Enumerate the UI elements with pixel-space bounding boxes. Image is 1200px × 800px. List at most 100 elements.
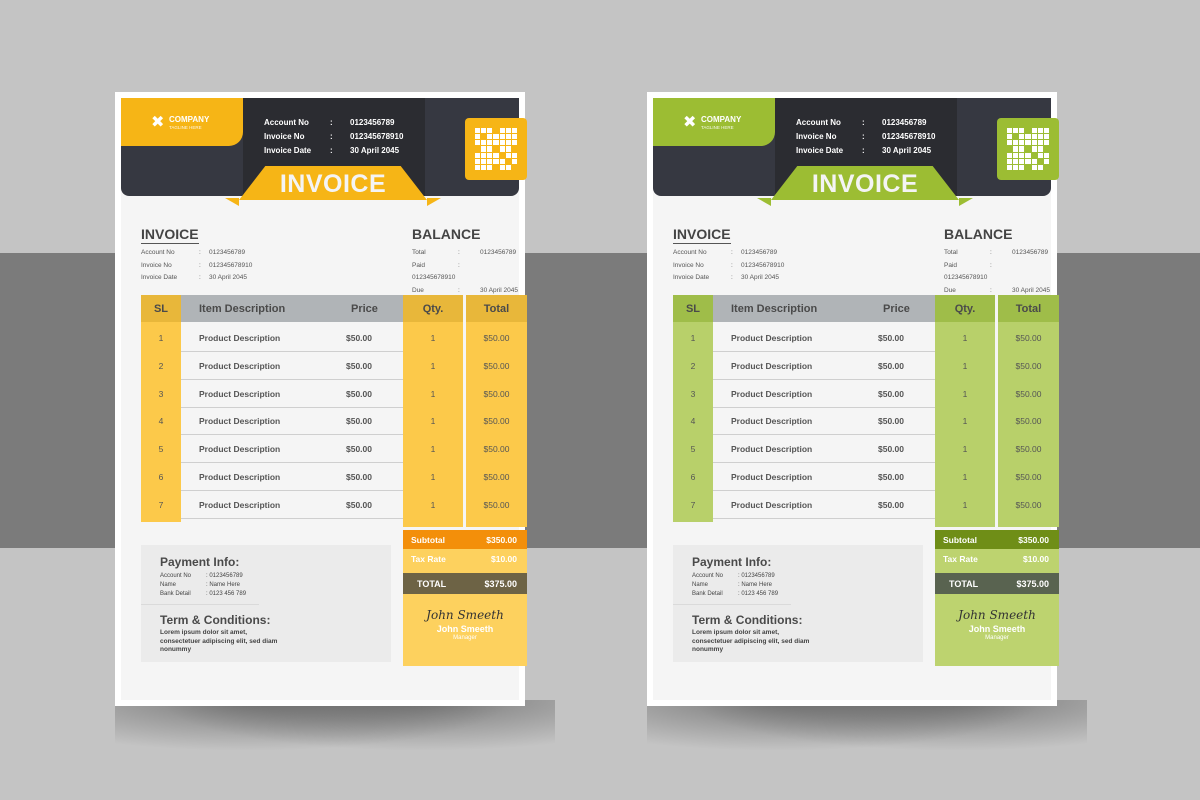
detail-separator: :: [731, 261, 733, 269]
row-sl: 6: [158, 472, 164, 482]
meta-value: 0123456789: [350, 118, 395, 127]
row-price: $50.00: [878, 416, 904, 427]
payment-value: : Name Here: [738, 582, 773, 588]
meta-separator: :: [862, 146, 865, 155]
tax-row: Tax Rate $10.00: [935, 549, 1059, 568]
qr-module: [505, 134, 511, 140]
title-fold-left: [757, 198, 771, 206]
table-row: 2 Product Description $50.00 1 $50.00: [141, 352, 527, 380]
signatory-role: Manager: [453, 635, 477, 641]
header-sl: SL: [673, 295, 713, 322]
balance-details: Total:0123456789 Paid:012345678910 Due:3…: [944, 247, 1051, 297]
qr-module: [512, 146, 517, 151]
table-row: 7 Product Description $50.00 1 $50.00: [141, 491, 527, 519]
subtotal-value: $350.00: [486, 534, 517, 545]
tax-label: Tax Rate: [411, 553, 446, 564]
company-tagline: TAGLINE HERE: [169, 125, 202, 130]
qr-module: [1037, 164, 1043, 170]
title-fold-right: [427, 198, 441, 206]
qr-module: [487, 158, 493, 164]
subtotal-row: Subtotal $350.00: [935, 530, 1059, 549]
detail-row: Invoice Date: 30 April 2045: [141, 272, 252, 285]
payment-info-title: Payment Info:: [160, 555, 240, 569]
row-qty: 1: [430, 416, 436, 427]
qr-module: [505, 146, 511, 152]
row-description: Product Description: [199, 416, 281, 427]
meta-label: Invoice No: [264, 132, 305, 141]
row-qty: 1: [962, 416, 968, 427]
meta-label: Account No: [796, 118, 841, 127]
payment-value: : 0123456789: [738, 573, 775, 579]
table-row: 5 Product Description $50.00 1 $50.00: [141, 435, 527, 463]
qr-module: [1043, 158, 1049, 164]
table-row: 2 Product Description $50.00 1 $50.00: [673, 352, 1059, 380]
company-logo-box: ✖ COMPANY TAGLINE HERE: [121, 98, 243, 146]
row-price: $50.00: [878, 388, 904, 399]
row-divider: [181, 517, 403, 519]
qr-module: [506, 159, 511, 164]
row-description: Product Description: [731, 416, 813, 427]
qr-module: [493, 165, 498, 170]
row-total: $50.00: [483, 360, 510, 371]
qr-module: [487, 140, 493, 146]
invoice-page: ✖ COMPANY TAGLINE HERE Account No:012345…: [653, 98, 1059, 700]
row-qty: 1: [430, 472, 436, 482]
row-total: $50.00: [483, 333, 510, 343]
qr-module: [475, 146, 480, 151]
detail-label: Invoice No: [141, 261, 172, 269]
qr-module: [500, 153, 505, 158]
qr-module: [1013, 158, 1019, 164]
row-sl: 1: [690, 333, 696, 343]
detail-separator: :: [458, 261, 460, 269]
invoice-section-title: INVOICE: [673, 226, 731, 244]
detail-row: Account No: 0123456789: [673, 247, 784, 260]
row-description: Product Description: [731, 472, 813, 482]
detail-row: Invoice No:012345678910: [673, 260, 784, 273]
qr-module: [487, 128, 493, 134]
detail-separator: :: [990, 249, 992, 256]
signatory-role: Manager: [985, 635, 1009, 641]
qr-module: [481, 140, 487, 146]
detail-label: Paid: [412, 261, 426, 269]
qr-module: [1025, 146, 1030, 151]
detail-label: Paid: [944, 261, 958, 269]
header-meta-row: Invoice Date: 30 April 2045: [796, 144, 935, 158]
qr-module: [499, 164, 505, 170]
detail-row: Paid:012345678910: [412, 260, 519, 285]
payment-row: Bank Detail: 0123 456 789: [160, 590, 246, 599]
table-row: 7 Product Description $50.00 1 $50.00: [673, 491, 1059, 519]
balance-section-title: BALANCE: [944, 226, 1013, 242]
meta-separator: :: [330, 146, 333, 155]
qr-module: [1038, 159, 1043, 164]
table-row: 4 Product Description $50.00 1 $50.00: [673, 407, 1059, 435]
qr-module: [505, 152, 511, 158]
row-total: $50.00: [483, 444, 510, 455]
subtotal-label: Subtotal: [411, 534, 445, 545]
invoice-title: INVOICE: [811, 170, 919, 198]
header-sl: SL: [141, 295, 181, 322]
qr-module: [475, 140, 481, 146]
detail-separator: :: [199, 249, 201, 256]
payment-row: Account No: 0123456789: [692, 572, 778, 581]
total-label: TOTAL: [949, 578, 979, 589]
table-row: 6 Product Description $50.00 1 $50.00: [141, 463, 527, 491]
header-meta-row: Invoice No: 012345678910: [796, 130, 935, 144]
row-total: $50.00: [483, 388, 510, 399]
qr-module: [1025, 165, 1030, 170]
qr-module: [505, 128, 511, 134]
qr-module: [499, 140, 505, 146]
qr-module: [481, 146, 487, 152]
row-sl: 7: [158, 499, 164, 510]
qr-module: [481, 152, 487, 158]
detail-row: Account No: 0123456789: [141, 247, 252, 260]
qr-module: [1013, 164, 1019, 170]
row-total: $50.00: [1015, 416, 1042, 427]
row-description: Product Description: [199, 499, 281, 510]
detail-value: 0123456789: [1012, 249, 1049, 256]
row-price: $50.00: [346, 333, 372, 343]
signatory-name: John Smeeth: [968, 624, 1026, 634]
qr-module: [499, 128, 505, 134]
detail-row: Invoice No:012345678910: [141, 260, 252, 273]
row-description: Product Description: [731, 360, 813, 371]
row-total: $50.00: [483, 416, 510, 427]
